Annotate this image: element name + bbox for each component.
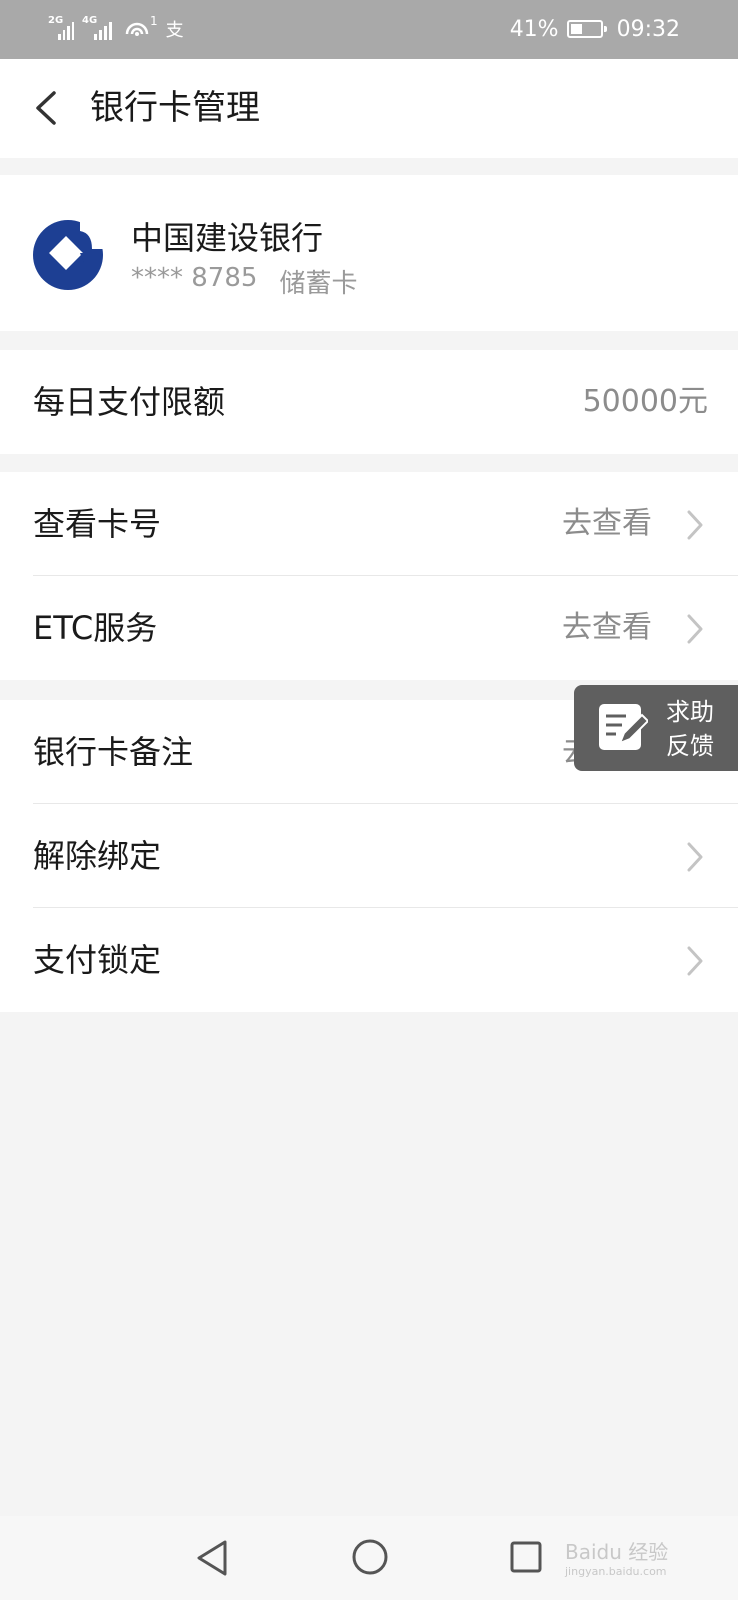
signal-2g-label: 2G [48,15,64,26]
etc-service-action: 去查看 [562,610,652,645]
edit-note-icon [599,704,648,750]
payment-lock-label: 支付锁定 [33,941,162,979]
signal-2g-icon: 2G [48,15,74,40]
signal-4g-label: 4G [82,15,98,26]
nav-back-icon[interactable] [195,1538,229,1578]
battery-icon [566,20,607,38]
card-number-masked: **** 8785 [131,263,258,293]
watermark-brand: Baidu 经验 [565,1540,669,1564]
app-header: 银行卡管理 [0,59,738,158]
unbind-card-label: 解除绑定 [33,837,162,875]
daily-limit-value: 50000元 [582,384,708,419]
ccb-logo-icon [33,220,104,290]
nav-home-icon[interactable] [351,1538,389,1576]
bank-name: 中国建设银行 [131,219,324,257]
chevron-right-icon [687,510,703,540]
etc-service-label: ETC服务 [33,609,158,647]
page-title: 银行卡管理 [90,88,260,128]
unbind-card-row[interactable]: 解除绑定 [0,804,738,908]
status-bar: 2G 4G 1 支 41% 09:32 [0,0,738,59]
etc-service-row[interactable]: ETC服务 去查看 [0,576,738,680]
nav-recent-icon[interactable] [509,1540,543,1574]
battery-percent: 41% [509,16,559,42]
chevron-right-icon [687,842,703,872]
card-subtitle: **** 8785 储蓄卡 [131,263,357,300]
wifi-hotspot-icon [125,22,149,36]
limit-section: 每日支付限额 50000元 [0,350,738,454]
wifi-badge: 1 [150,14,158,28]
view-card-number-action: 去查看 [562,506,652,541]
status-icons-left: 2G 4G 1 支 [48,14,184,44]
view-card-number-row[interactable]: 查看卡号 去查看 [0,472,738,576]
card-note-label: 银行卡备注 [33,733,194,771]
chevron-right-icon [687,614,703,644]
back-arrow-icon[interactable] [28,85,64,131]
clock: 09:32 [616,16,680,42]
feedback-label: 反馈 [666,732,714,760]
help-label: 求助 [666,698,714,726]
payment-lock-row[interactable]: 支付锁定 [0,908,738,1012]
help-feedback-button[interactable]: 求助 反馈 [574,685,738,771]
system-nav-bar: Baidu 经验 jingyan.baidu.com [0,1516,738,1600]
status-icons-right: 41% 09:32 [510,14,680,44]
daily-limit-row[interactable]: 每日支付限额 50000元 [0,350,738,454]
chevron-right-icon [687,946,703,976]
baidu-watermark: Baidu 经验 jingyan.baidu.com [565,1536,668,1578]
view-card-number-label: 查看卡号 [33,505,162,543]
help-feedback-label: 求助 反馈 [666,695,714,763]
card-type: 储蓄卡 [279,269,358,299]
alipay-notification-icon: 支 [165,20,184,41]
watermark-url: jingyan.baidu.com [565,1565,667,1578]
signal-4g-icon: 4G [82,15,116,40]
daily-limit-label: 每日支付限额 [33,383,226,421]
bank-card-info: 中国建设银行 **** 8785 储蓄卡 [0,175,738,331]
view-section: 查看卡号 去查看 ETC服务 去查看 [0,472,738,680]
